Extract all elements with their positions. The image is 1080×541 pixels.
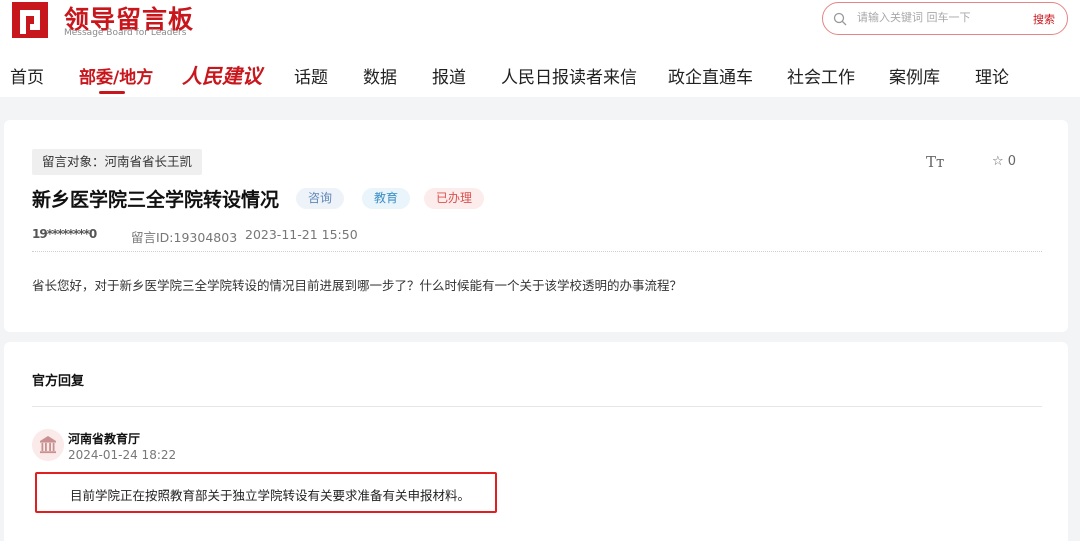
- nav-topics[interactable]: 话题: [294, 63, 328, 88]
- logo-subtitle: Message Board for Leaders: [64, 28, 187, 38]
- tag-consult: 咨询: [296, 188, 345, 209]
- tag-status-handled: 已办理: [424, 188, 485, 209]
- nav-home[interactable]: 首页: [10, 63, 44, 88]
- message-card: 留言对象：河南省省长王凯 Tт ☆ 0 新乡医学院三全学院转设情况 咨询 教育 …: [4, 120, 1068, 332]
- reply-time: 2024-01-24 18:22: [68, 448, 177, 462]
- meta-divider: [32, 251, 1042, 252]
- nav-case-library[interactable]: 案例库: [889, 63, 940, 88]
- nav-readers-letters[interactable]: 人民日报读者来信: [501, 63, 637, 88]
- text-size-icon[interactable]: Tт: [926, 153, 944, 171]
- message-id: 留言ID:19304803: [131, 230, 238, 245]
- favorite-button[interactable]: ☆ 0: [992, 154, 1016, 169]
- search-box: 搜索: [822, 2, 1068, 35]
- nav-business-express[interactable]: 政企直通车: [668, 63, 753, 88]
- reply-content-highlight: 目前学院正在按照教育部关于独立学院转设有关要求准备有关申报材料。: [35, 472, 497, 513]
- message-content: 省长您好，对于新乡医学院三全学院转设的情况目前进展到哪一步了？什么时候能有一个关…: [32, 278, 683, 293]
- message-user: 19********0: [32, 227, 97, 241]
- star-icon: ☆: [992, 154, 1004, 169]
- message-target: 留言对象：河南省省长王凯: [32, 149, 203, 175]
- tag-education: 教育: [362, 188, 411, 209]
- search-button[interactable]: 搜索: [1033, 11, 1055, 27]
- message-time: 2023-11-21 15:50: [245, 227, 358, 242]
- nav-people-suggestions[interactable]: 人民建议: [182, 60, 262, 89]
- reply-divider: [32, 406, 1042, 407]
- reply-content: 目前学院正在按照教育部关于独立学院转设有关要求准备有关申报材料。: [70, 488, 471, 503]
- nav-active-indicator: [99, 91, 125, 94]
- official-reply-card: 官方回复 河南省教育厅 2024-01-24 18:22 目前学院正在按照教育部…: [4, 342, 1068, 541]
- reply-heading: 官方回复: [32, 374, 85, 389]
- search-icon[interactable]: [833, 12, 847, 26]
- government-building-icon: [32, 429, 64, 461]
- nav-data[interactable]: 数据: [363, 63, 397, 88]
- message-title: 新乡医学院三全学院转设情况: [32, 189, 280, 211]
- reply-org-name: 河南省教育厅: [68, 432, 141, 446]
- nav-ministries-local[interactable]: 部委/地方: [79, 63, 153, 88]
- favorite-count: 0: [1007, 154, 1017, 169]
- nav-theory[interactable]: 理论: [975, 63, 1009, 88]
- logo-mark-icon: [12, 2, 48, 38]
- nav-social-work[interactable]: 社会工作: [787, 63, 855, 88]
- nav-reports[interactable]: 报道: [432, 63, 466, 88]
- search-input[interactable]: [857, 11, 1007, 24]
